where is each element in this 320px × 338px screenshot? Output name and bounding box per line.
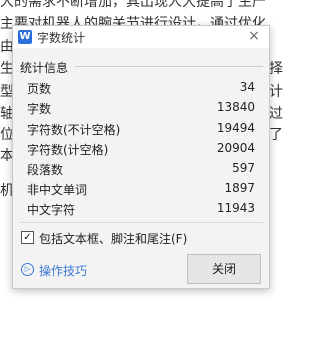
- stat-row-non-chinese-words: 非中文单词 1897: [27, 179, 255, 199]
- close-icon[interactable]: ×: [246, 28, 262, 44]
- stat-value: 19494: [216, 121, 255, 135]
- stat-row-chars-with-spaces: 字符数(计空格) 20904: [27, 139, 255, 159]
- stat-value: 11943: [216, 201, 255, 215]
- stat-value: 20904: [216, 141, 255, 155]
- close-button[interactable]: 关闭: [187, 254, 261, 284]
- dialog-titlebar[interactable]: W 字数统计 ×: [13, 26, 269, 48]
- doc-char: 过: [269, 106, 283, 122]
- stat-label: 段落数: [27, 163, 64, 177]
- divider: [20, 222, 263, 223]
- play-icon[interactable]: ▷: [21, 263, 34, 276]
- stat-label: 字数: [27, 102, 52, 116]
- doc-line: 大的需求不断增加，其出现人大提高了生产: [0, 0, 266, 10]
- word-count-dialog: W 字数统计 × 统计信息 页数 34 字数 13840 字符数(不计空格) 1…: [12, 25, 270, 289]
- doc-char: 择: [269, 61, 283, 77]
- stat-row-words: 字数 13840: [27, 98, 255, 118]
- stat-value: 13840: [216, 100, 255, 114]
- stat-row-paragraphs: 段落数 597: [27, 159, 255, 179]
- checkbox[interactable]: ✓: [21, 231, 34, 244]
- stat-row-pages: 页数 34: [27, 78, 255, 98]
- stat-label: 非中文单词: [27, 183, 88, 197]
- stat-label: 字符数(计空格): [27, 143, 109, 157]
- stat-value: 34: [239, 80, 255, 94]
- tips-label[interactable]: 操作技巧: [39, 262, 87, 279]
- stat-row-chars-no-spaces: 字符数(不计空格) 19494: [27, 119, 255, 139]
- stat-label: 中文字符: [27, 203, 76, 217]
- stat-value: 597: [232, 161, 255, 175]
- checkbox-label[interactable]: 包括文本框、脚注和尾注(F): [39, 230, 187, 247]
- section-title: 统计信息: [20, 59, 73, 76]
- stat-value: 1897: [224, 181, 255, 195]
- dialog-title: 字数统计: [37, 31, 86, 45]
- stat-row-chinese-chars: 中文字符 11943: [27, 199, 255, 219]
- section-divider: [75, 66, 263, 67]
- stat-label: 字符数(不计空格): [27, 123, 121, 137]
- doc-char: 计: [269, 84, 283, 100]
- stat-label: 页数: [27, 82, 52, 96]
- wps-writer-icon: W: [18, 30, 32, 44]
- doc-char: 了: [269, 127, 283, 143]
